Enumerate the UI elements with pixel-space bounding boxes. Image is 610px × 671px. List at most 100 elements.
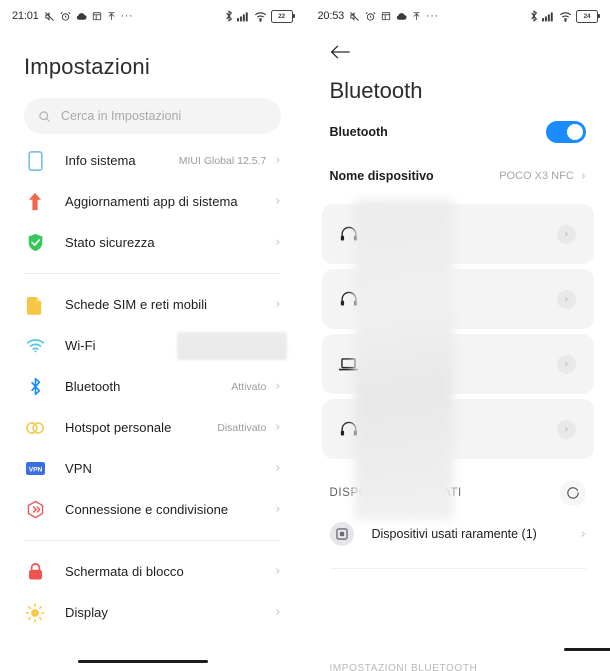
battery-level: 22 (278, 12, 285, 20)
paired-device-row[interactable]: › (321, 334, 594, 394)
chevron-right-icon: › (275, 605, 281, 620)
more-icon: ··· (426, 10, 439, 22)
rarely-used-devices-row[interactable]: Dispositivi usati raramente (1) › (306, 506, 610, 546)
page-title: Impostazioni (24, 54, 150, 79)
chevron-right-icon: › (275, 194, 281, 209)
status-bar-right: 20:53 ··· 24 (306, 0, 610, 32)
status-bar-left: 21:01 ··· 22 (0, 0, 305, 32)
search-icon (38, 110, 51, 123)
page-title: Bluetooth (329, 78, 423, 103)
chevron-right-icon[interactable]: › (557, 224, 576, 244)
row-label: Stato sicurezza (65, 235, 155, 250)
chevron-right-icon[interactable]: › (557, 419, 576, 439)
alarm-icon (365, 11, 376, 22)
row-label: Connessione e condivisione (65, 502, 229, 517)
more-icon: ··· (120, 10, 134, 22)
row-label: VPN (65, 461, 92, 476)
settings-row-hotspot[interactable]: Hotspot personale Disattivato › (0, 407, 305, 448)
search-input[interactable]: Cerca in Impostazioni (24, 98, 281, 134)
settings-row-display[interactable]: Display › (0, 592, 305, 633)
shield-check-icon (24, 232, 46, 254)
status-bar-left-group: 20:53 ··· (318, 10, 439, 22)
toggle-knob (567, 124, 583, 140)
silent-mode-icon (349, 11, 360, 22)
alarm-icon (60, 11, 71, 22)
settings-row-schede-sim[interactable]: Schede SIM e reti mobili › (0, 284, 305, 325)
settings-row-info-sistema[interactable]: Info sistema MIUI Global 12.5.7 › (0, 140, 305, 181)
headphones-icon (338, 421, 360, 437)
chevron-right-icon: › (275, 461, 281, 476)
headphones-icon (338, 291, 360, 307)
device-square-icon (329, 522, 354, 546)
chevron-right-icon: › (275, 297, 281, 312)
signal-icon (236, 11, 250, 22)
dual-screenshot-container: 21:01 ··· 22 Impostazioni Cerca in Impos… (0, 0, 610, 671)
group-divider (24, 540, 281, 541)
settings-row-bluetooth[interactable]: Bluetooth Attivato › (0, 366, 305, 407)
chevron-right-icon: › (275, 153, 281, 168)
bluetooth-settings-footer[interactable]: IMPOSTAZIONI BLUETOOTH (306, 663, 610, 671)
discovered-devices-header: DISPOSITIVI RILEVATI (306, 464, 610, 506)
paired-device-row[interactable]: › (321, 399, 594, 459)
headphones-icon (338, 226, 360, 242)
paired-device-row[interactable]: › (321, 204, 594, 264)
upload-icon (412, 11, 421, 22)
settings-row-stato-sicurezza[interactable]: Stato sicurezza › (0, 222, 305, 263)
bluetooth-toggle-row[interactable]: Bluetooth (306, 110, 610, 154)
device-name-value: POCO X3 NFC (499, 170, 574, 182)
row-label: Aggiornamenti app di sistema (65, 194, 238, 209)
settings-row-schermata-blocco[interactable]: Schermata di blocco › (0, 551, 305, 592)
silent-mode-icon (44, 11, 55, 22)
wifi-icon (559, 11, 572, 22)
search-placeholder: Cerca in Impostazioni (61, 109, 182, 123)
calendar-icon (381, 11, 391, 21)
device-name-label: Nome dispositivo (329, 169, 434, 183)
back-arrow-icon (330, 44, 350, 65)
chevron-right-icon[interactable]: › (557, 354, 576, 374)
chevron-right-icon: › (275, 564, 281, 579)
settings-row-vpn[interactable]: VPN VPN › (0, 448, 305, 489)
chevron-right-icon[interactable]: › (557, 289, 576, 309)
status-bar-right-group: 22 (225, 9, 295, 23)
row-label: Hotspot personale (65, 420, 172, 435)
back-button[interactable] (306, 32, 610, 76)
bluetooth-icon (225, 10, 233, 22)
row-label: Display (65, 605, 108, 620)
section-divider (329, 568, 586, 569)
settings-screen: 21:01 ··· 22 Impostazioni Cerca in Impos… (0, 0, 305, 671)
refresh-spinner-icon[interactable] (560, 480, 586, 506)
settings-row-wifi[interactable]: Wi-Fi (0, 325, 305, 366)
row-label: Schermata di blocco (65, 564, 184, 579)
svg-text:VPN: VPN (28, 466, 42, 473)
laptop-icon (338, 357, 360, 372)
upload-icon (107, 11, 116, 22)
bluetooth-toggle-label: Bluetooth (329, 125, 388, 139)
row-value: Disattivato (217, 421, 267, 434)
group-divider (24, 273, 281, 274)
settings-group-1: Info sistema MIUI Global 12.5.7 › Aggior… (0, 140, 305, 263)
navigation-bar-indicator (563, 648, 610, 651)
bluetooth-icon (530, 10, 538, 22)
device-name-row[interactable]: Nome dispositivo POCO X3 NFC › (306, 154, 610, 198)
battery-icon: 24 (576, 9, 600, 23)
chevron-right-icon: › (275, 235, 281, 250)
phone-icon (24, 150, 46, 172)
settings-row-aggiornamenti[interactable]: Aggiornamenti app di sistema › (0, 181, 305, 222)
chevron-right-icon: › (275, 379, 281, 394)
navigation-bar-indicator (78, 660, 208, 663)
chevron-right-icon: › (580, 526, 586, 542)
status-bar-left-group: 21:01 ··· (12, 10, 133, 22)
lock-icon (24, 561, 46, 583)
settings-row-connessione[interactable]: Connessione e condivisione › (0, 489, 305, 530)
rarely-used-devices-label: Dispositivi usati raramente (1) (371, 527, 537, 541)
sim-card-icon (24, 294, 46, 316)
brightness-icon (24, 602, 46, 624)
row-value: Attivato (231, 380, 267, 393)
paired-device-row[interactable]: › (321, 269, 594, 329)
row-label: Schede SIM e reti mobili (65, 297, 208, 312)
paired-devices-list: › › › › (306, 200, 610, 520)
bluetooth-toggle[interactable] (546, 121, 586, 143)
vpn-icon: VPN (24, 458, 46, 480)
status-time: 21:01 (12, 10, 39, 22)
row-label: Info sistema (65, 153, 136, 168)
